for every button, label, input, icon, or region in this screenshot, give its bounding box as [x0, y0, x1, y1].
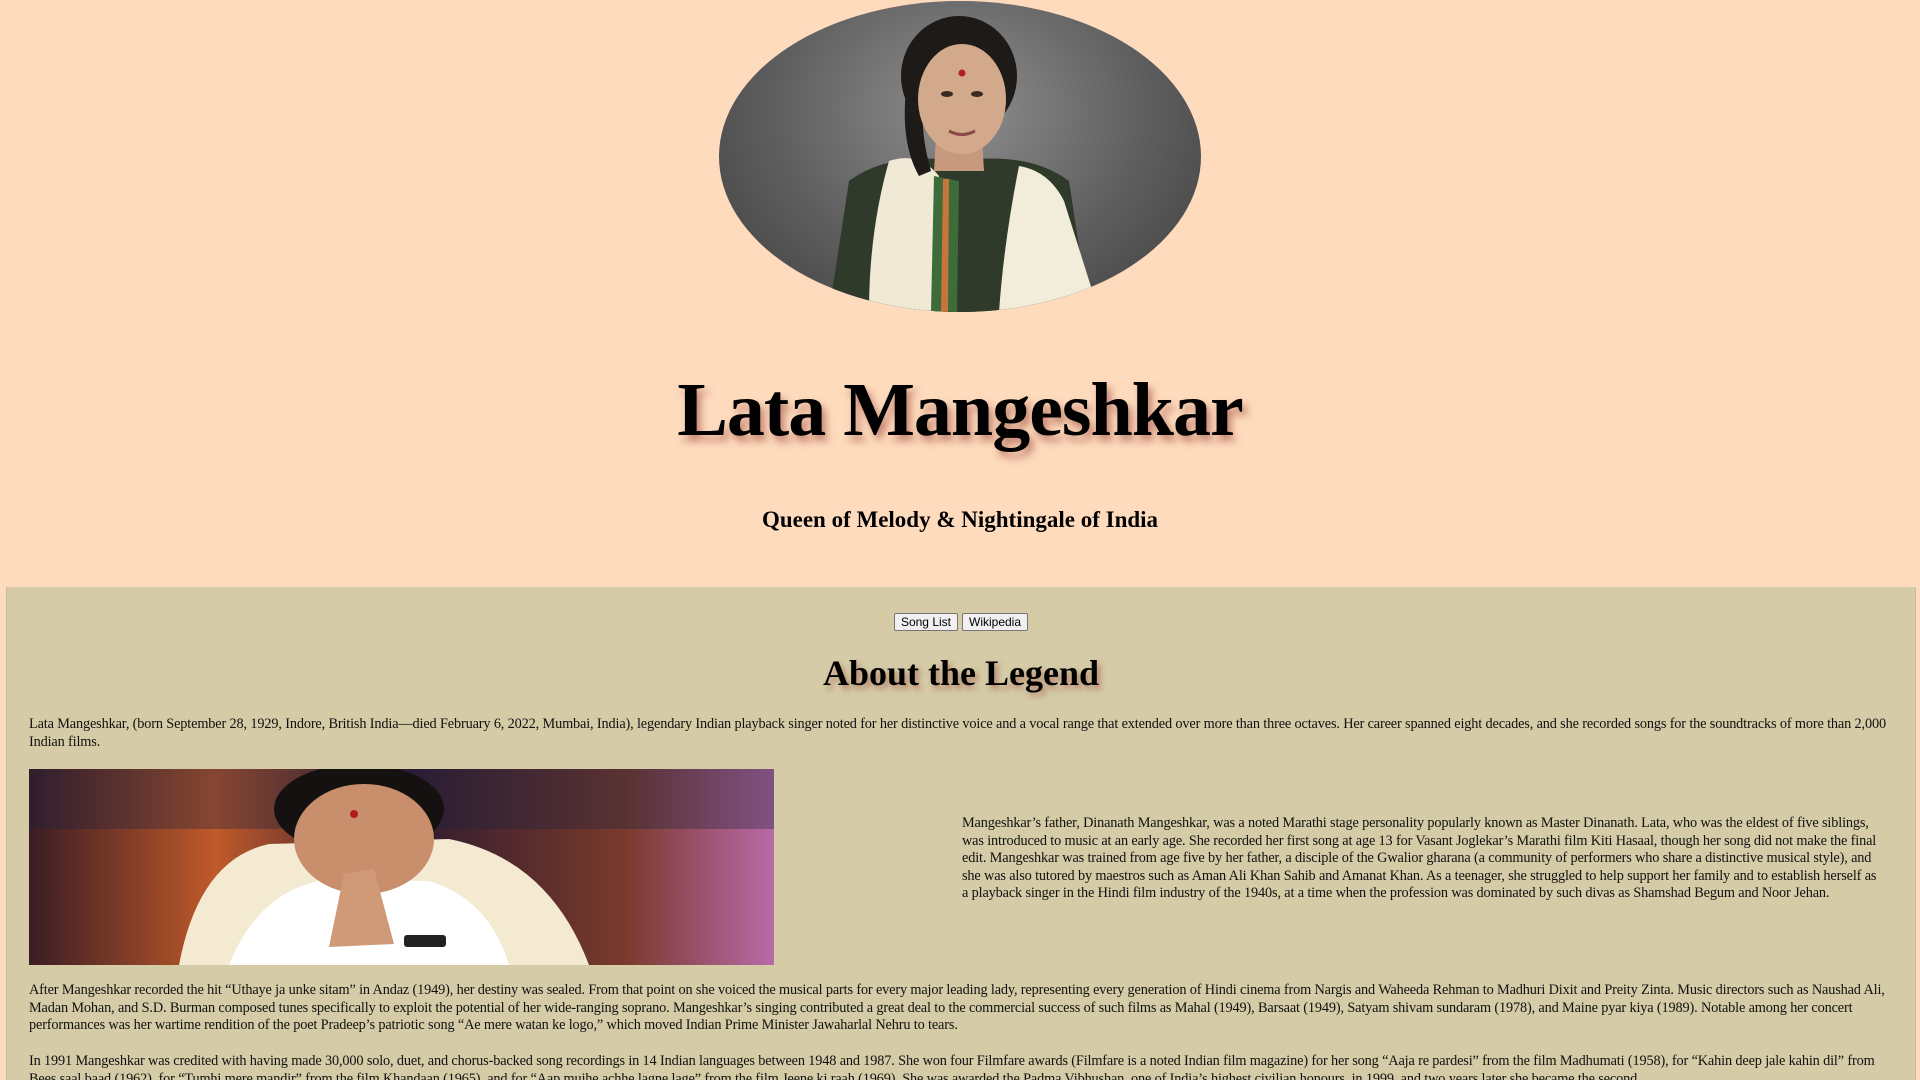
portrait-photo — [719, 1, 1201, 312]
wikipedia-button[interactable]: Wikipedia — [962, 613, 1029, 631]
namaste-illustration — [29, 769, 774, 965]
namaste-photo — [29, 769, 774, 965]
about-paragraph-2: Mangeshkar’s father, Dinanath Mangeshkar… — [962, 815, 1877, 901]
page-tagline: Queen of Melody & Nightingale of India — [761, 507, 1159, 532]
about-paragraph-4: In 1991 Mangeshkar was credited with hav… — [29, 1053, 1875, 1080]
portrait-illustration — [829, 16, 1099, 312]
about-paragraph-1: Lata Mangeshkar, (born September 28, 192… — [29, 716, 1886, 750]
nav-buttons: Song List Wikipedia — [7, 613, 1915, 631]
page-header: Lata Mangeshkar Queen of Melody & Nighti… — [0, 0, 1920, 586]
main-content: Song List Wikipedia About the Legend Lat… — [6, 587, 1916, 1080]
page-title: Lata Mangeshkar — [677, 368, 1244, 452]
about-paragraph-3: After Mangeshkar recorded the hit “Uthay… — [29, 982, 1885, 1033]
page: Lata Mangeshkar Queen of Melody & Nighti… — [0, 0, 1920, 1080]
song-list-button[interactable]: Song List — [893, 613, 958, 631]
about-heading: About the Legend — [822, 653, 1100, 693]
